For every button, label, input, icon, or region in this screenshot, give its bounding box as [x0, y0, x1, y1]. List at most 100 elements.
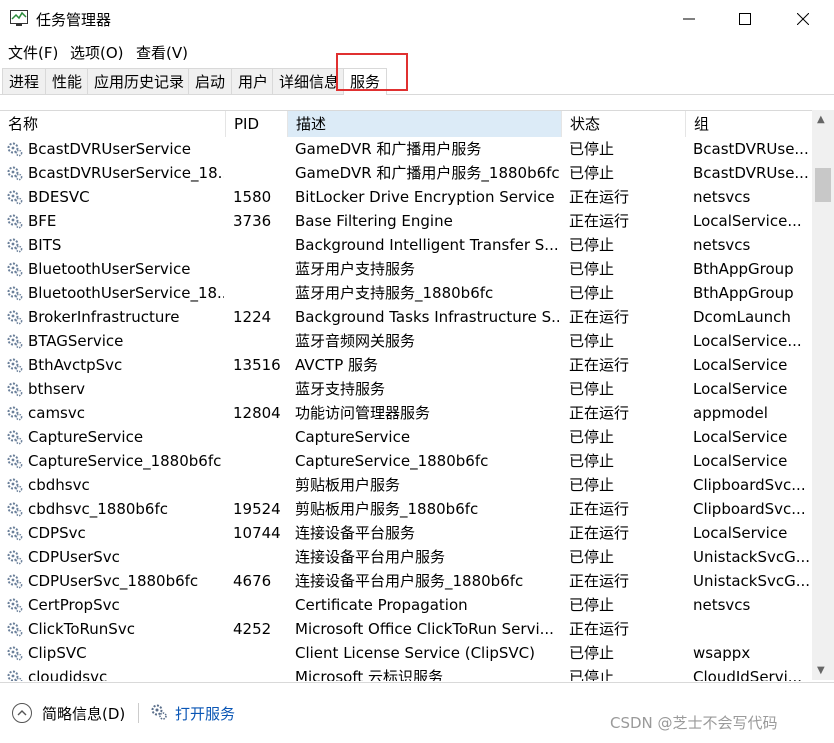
menu-options[interactable]: 选项(O) — [70, 42, 124, 63]
cell-group: netsvcs — [693, 596, 751, 614]
tab-performance[interactable]: 性能 — [45, 68, 90, 94]
menu-file[interactable]: 文件(F) — [8, 42, 58, 63]
service-gear-icon — [7, 286, 23, 301]
table-row[interactable]: BDESVC 1580 BitLocker Drive Encryption Ser… — [0, 185, 812, 209]
cell-group: ClipboardSvc... — [693, 500, 806, 518]
tab-startup[interactable]: 启动 — [188, 68, 233, 94]
table-row[interactable]: cbdhsvc_1880b6fc 19524 剪贴板用户服务_1880b6fc 正在运… — [0, 497, 812, 521]
cell-description: 蓝牙用户支持服务_1880b6fc — [295, 284, 494, 302]
maximize-button[interactable] — [716, 0, 774, 38]
table-row[interactable]: CDPUserSvc_1880b6fc 4676 连接设备平台用户服务_1880b6… — [0, 569, 812, 593]
table-row[interactable]: camsvc 12804 功能访问管理器服务 正在运行 appmodel — [0, 401, 812, 425]
cell-pid — [233, 473, 287, 497]
cell-status: 已停止 — [569, 668, 615, 681]
vertical-scrollbar[interactable]: ▲ ▼ — [812, 110, 834, 680]
column-header-name[interactable]: 名称 — [0, 111, 226, 137]
service-gear-icon — [7, 646, 23, 661]
cell-group: LocalService — [693, 428, 788, 446]
table-row[interactable]: BluetoothUserService 蓝牙用户支持服务 已停止 BthAppGro… — [0, 257, 812, 281]
cell-description: Background Tasks Infrastructure S... — [295, 308, 559, 326]
minimize-button[interactable] — [660, 0, 718, 38]
cell-status: 已停止 — [569, 260, 615, 278]
table-row[interactable]: BITS Background Intelligent Transfer S...… — [0, 233, 812, 257]
table-row[interactable]: CDPUserSvc 连接设备平台用户服务 已停止 UnistackSvcG... — [0, 545, 812, 569]
table-row[interactable]: cloudidsvc Microsoft 云标识服务 已停止 CloudIdServi… — [0, 665, 812, 681]
table-row[interactable]: bthserv 蓝牙支持服务 已停止 LocalService — [0, 377, 812, 401]
cell-group: BthAppGroup — [693, 260, 794, 278]
service-gear-icon — [7, 454, 23, 469]
cell-description: 蓝牙支持服务 — [295, 380, 386, 398]
cell-pid — [233, 665, 287, 681]
table-row[interactable]: CaptureService CaptureService 已停止 LocalServ… — [0, 425, 812, 449]
cell-group: appmodel — [693, 404, 768, 422]
watermark-text: CSDN @芝士不会写代码 — [610, 714, 778, 732]
table-row[interactable]: CaptureService_1880b6fc CaptureService_18… — [0, 449, 812, 473]
cell-description: 连接设备平台服务 — [295, 524, 416, 542]
tab-users[interactable]: 用户 — [231, 68, 276, 94]
cell-pid — [233, 233, 287, 257]
cell-pid — [233, 545, 287, 569]
service-gear-icon — [7, 598, 23, 613]
column-header-description[interactable]: 描述 — [288, 111, 562, 137]
menu-view[interactable]: 查看(V) — [136, 42, 188, 63]
table-row[interactable]: BcastDVRUserService GameDVR 和广播用户服务 已停止 Bca… — [0, 137, 812, 161]
table-row[interactable]: BluetoothUserService_18... 蓝牙用户支持服务_1880b… — [0, 281, 812, 305]
cell-name: BcastDVRUserService — [28, 140, 192, 158]
cell-description: 连接设备平台用户服务 — [295, 548, 446, 566]
cell-description: AVCTP 服务 — [295, 356, 379, 374]
open-services-link[interactable]: 打开服务 — [175, 703, 235, 724]
table-row[interactable]: BthAvctpSvc 13516 AVCTP 服务 正在运行 LocalService — [0, 353, 812, 377]
cell-status: 正在运行 — [569, 212, 630, 230]
cell-pid — [233, 281, 287, 305]
table-row[interactable]: BTAGService 蓝牙音频网关服务 已停止 LocalService... — [0, 329, 812, 353]
cell-status: 正在运行 — [569, 572, 630, 590]
cell-group — [693, 617, 809, 641]
cell-pid: 13516 — [233, 356, 281, 374]
service-gear-icon — [7, 550, 23, 565]
service-gear-icon — [7, 502, 23, 517]
tab-processes[interactable]: 进程 — [2, 68, 47, 94]
scroll-down-icon[interactable]: ▼ — [817, 665, 825, 676]
cell-name: CDPUserSvc — [28, 548, 120, 566]
cell-group: LocalService — [693, 524, 788, 542]
service-gear-icon — [7, 430, 23, 445]
cell-description: Background Intelligent Transfer S... — [295, 236, 559, 254]
tab-app-history[interactable]: 应用历史记录 — [87, 68, 192, 94]
cell-name: BITS — [28, 236, 62, 254]
cell-description: Microsoft 云标识服务 — [295, 668, 444, 681]
table-row[interactable]: CertPropSvc Certificate Propagation 已停止 net… — [0, 593, 812, 617]
scrollbar-thumb[interactable] — [815, 168, 831, 202]
cell-description: Base Filtering Engine — [295, 212, 453, 230]
table-row[interactable]: BFE 3736 Base Filtering Engine 正在运行 LocalSer… — [0, 209, 812, 233]
cell-status: 已停止 — [569, 596, 615, 614]
service-gear-icon — [7, 166, 23, 181]
cell-status: 正在运行 — [569, 188, 630, 206]
column-header-status[interactable]: 状态 — [562, 111, 686, 137]
collapse-up-icon[interactable] — [12, 703, 32, 723]
cell-status: 已停止 — [569, 452, 615, 470]
cell-pid: 4676 — [233, 572, 272, 590]
table-row[interactable]: CDPSvc 10744 连接设备平台服务 正在运行 LocalService — [0, 521, 812, 545]
cell-group: LocalService... — [693, 212, 802, 230]
table-row[interactable]: BcastDVRUserService_18... GameDVR 和广播用户服务… — [0, 161, 812, 185]
service-gear-icon — [7, 310, 23, 325]
table-row[interactable]: ClickToRunSvc 4252 Microsoft Office ClickT… — [0, 617, 812, 641]
tab-details[interactable]: 详细信息 — [272, 68, 347, 94]
close-button[interactable] — [774, 0, 832, 38]
cell-status: 正在运行 — [569, 308, 630, 326]
service-gear-icon — [7, 358, 23, 373]
cell-name: BTAGService — [28, 332, 124, 350]
scroll-up-icon[interactable]: ▲ — [817, 114, 825, 125]
cell-status: 已停止 — [569, 644, 615, 662]
table-row[interactable]: BrokerInfrastructure 1224 Background Tasks… — [0, 305, 812, 329]
table-row[interactable]: cbdhsvc 剪贴板用户服务 已停止 ClipboardSvc... — [0, 473, 812, 497]
column-header-pid[interactable]: PID — [226, 111, 288, 137]
column-header-group[interactable]: 组 — [686, 111, 812, 137]
fewer-details-button[interactable]: 简略信息(D) — [42, 703, 125, 724]
cell-group: UnistackSvcG... — [693, 572, 809, 590]
service-gear-icon — [7, 478, 23, 493]
table-row[interactable]: ClipSVC Client License Service (ClipSVC) 已… — [0, 641, 812, 665]
cell-pid — [233, 425, 287, 449]
cell-group: LocalService — [693, 452, 788, 470]
cell-name: BluetoothUserService — [28, 260, 191, 278]
